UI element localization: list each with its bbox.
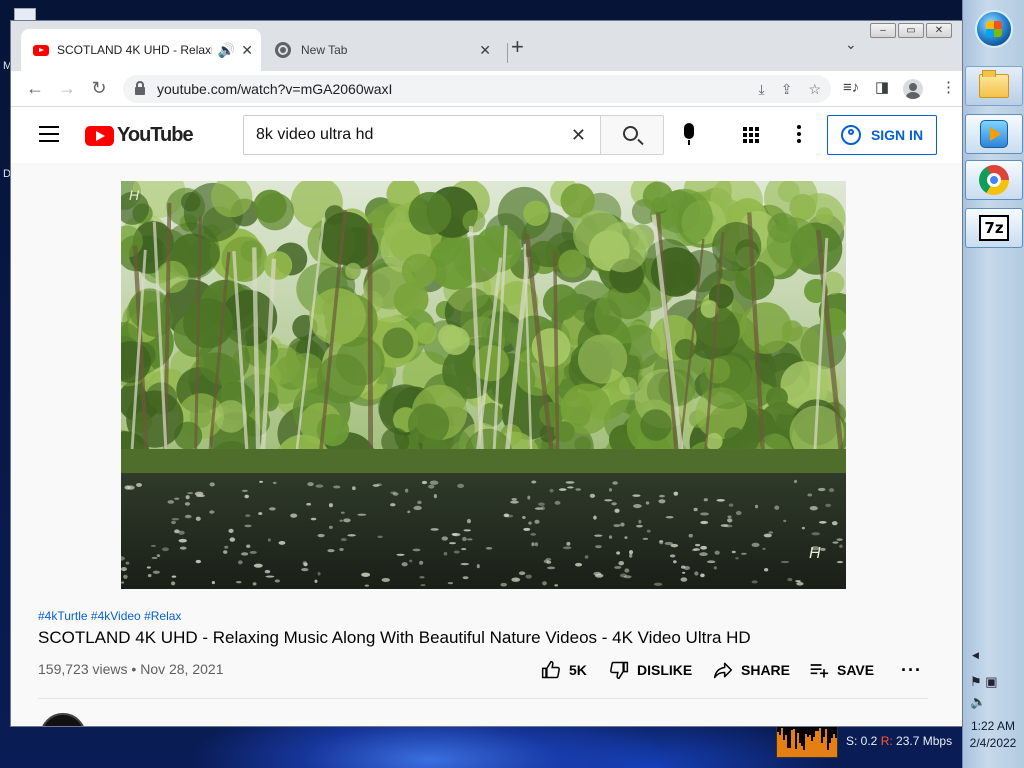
address-bar[interactable]: youtube.com/watch?v=mGA2060waxI ⤓ ⇪ ☆ (123, 75, 831, 103)
hamburger-menu-icon[interactable] (39, 126, 59, 147)
tab-new-tab[interactable]: New Tab ✕ (263, 29, 499, 71)
tab-separator (507, 43, 508, 63)
tab-title: New Tab (301, 43, 348, 57)
search-button[interactable] (600, 115, 664, 155)
speaker-icon[interactable]: 🔊 (218, 42, 235, 59)
install-app-icon[interactable]: ⤓ (759, 81, 765, 98)
window-controls: – ▭ ✕ (870, 23, 952, 38)
search-query: 8k video ultra hd (256, 126, 374, 143)
microphone-icon[interactable] (684, 123, 694, 145)
like-button[interactable]: 5K (541, 660, 587, 680)
back-arrow-icon[interactable]: ← (23, 77, 47, 99)
youtube-play-logo-icon (85, 125, 114, 146)
profile-avatar-icon[interactable] (903, 79, 923, 99)
save-label: SAVE (837, 662, 875, 678)
net-recv: 23.7 Mbps (896, 734, 953, 748)
chrome-favicon-icon (275, 42, 291, 58)
youtube-logo[interactable]: YouTube (85, 124, 194, 147)
tray-icons: ⚑ ▣ 🔈 (970, 672, 998, 712)
sign-in-label: SIGN IN (870, 127, 924, 143)
minimize-button[interactable]: – (870, 23, 896, 38)
tab-search-chevron-icon[interactable]: ⌄ (845, 36, 857, 53)
address-url: youtube.com/watch?v=mGA2060waxI (157, 81, 393, 97)
windows-logo-icon (986, 21, 1002, 37)
clear-search-icon[interactable]: ✕ (571, 125, 586, 146)
chrome-icon (979, 165, 1009, 195)
channel-avatar[interactable] (40, 713, 86, 726)
save-button[interactable]: SAVE (809, 660, 874, 680)
chrome-menu-icon[interactable]: ⋮ (941, 77, 956, 99)
restore-button[interactable]: ▭ (898, 23, 924, 38)
video-frame-forest-river (121, 181, 846, 589)
7zip-icon: 7z (979, 215, 1009, 241)
action-center-flag-icon[interactable]: ⚑ (970, 674, 982, 689)
video-meta: 159,723 views • Nov 28, 2021 (38, 661, 224, 677)
taskbar-explorer-button[interactable] (965, 66, 1023, 106)
network-speed-label: S: 0.2 R: 23.7 Mbps (846, 734, 952, 748)
content-divider (38, 698, 928, 699)
playlist-add-icon (810, 664, 829, 678)
chrome-window: SCOTLAND 4K UHD - Relaxing Music 🔊 ✕ New… (10, 20, 963, 727)
media-player-icon (980, 120, 1008, 148)
tray-expand-icon[interactable]: ◀ (972, 650, 979, 661)
net-send: S: 0.2 (846, 734, 878, 748)
lock-icon[interactable] (135, 81, 145, 95)
video-player[interactable]: H H (121, 181, 846, 589)
browser-toolbar: ← → ↻ youtube.com/watch?v=mGA2060waxI ⤓ … (11, 71, 962, 107)
volume-icon[interactable]: 🔈 (970, 694, 986, 709)
share-label: SHARE (741, 662, 791, 678)
clock-time: 1:22 AM (970, 719, 1016, 733)
search-input[interactable]: 8k video ultra hd ✕ (243, 115, 601, 155)
taskbar-7zip-button[interactable]: 7z (965, 208, 1023, 248)
sign-in-button[interactable]: SIGN IN (827, 115, 937, 155)
reload-icon[interactable]: ↻ (87, 77, 111, 99)
close-tab-icon[interactable]: ✕ (479, 42, 491, 59)
view-count: 159,723 views (38, 661, 128, 677)
youtube-logo-text: YouTube (117, 124, 194, 146)
close-window-button[interactable]: ✕ (926, 23, 952, 38)
share-button[interactable]: SHARE (713, 660, 790, 680)
video-hashtags[interactable]: #4kTurtle #4kVideo #Relax (38, 609, 181, 623)
tab-youtube[interactable]: SCOTLAND 4K UHD - Relaxing Music 🔊 ✕ (21, 29, 261, 71)
more-actions-icon[interactable]: ··· (901, 660, 922, 681)
watch-page: H H #4kTurtle #4kVideo #Relax SCOTLAND 4… (11, 163, 962, 726)
bookmark-star-icon[interactable]: ☆ (808, 81, 821, 98)
tab-title: SCOTLAND 4K UHD - Relaxing Music (57, 43, 212, 57)
clock-date: 2/4/2022 (969, 736, 1017, 750)
youtube-header: YouTube 8k video ultra hd ✕ SIGN IN (11, 107, 962, 163)
apps-grid-icon[interactable] (743, 127, 759, 143)
like-count: 5K (569, 662, 587, 678)
account-circle-icon (840, 125, 861, 145)
channel-watermark: H (129, 187, 140, 203)
tab-strip: SCOTLAND 4K UHD - Relaxing Music 🔊 ✕ New… (11, 21, 962, 71)
channel-watermark: H (809, 545, 821, 562)
network-icon[interactable]: ▣ (985, 674, 997, 689)
upload-date: Nov 28, 2021 (140, 661, 224, 677)
thumbs-down-icon (610, 661, 629, 680)
media-controls-icon[interactable]: ≡♪ (843, 77, 859, 99)
close-tab-icon[interactable]: ✕ (241, 42, 253, 59)
forward-arrow-icon[interactable]: → (55, 77, 79, 99)
youtube-favicon-icon (33, 44, 49, 56)
search-icon (623, 126, 638, 141)
taskbar-chrome-button[interactable] (965, 160, 1023, 200)
side-panel-icon[interactable]: ◨ (875, 77, 889, 99)
video-title: SCOTLAND 4K UHD - Relaxing Music Along W… (38, 628, 751, 647)
dislike-label: DISLIKE (637, 662, 693, 678)
dislike-button[interactable]: DISLIKE (609, 660, 692, 680)
taskbar-media-button[interactable] (965, 114, 1023, 154)
share-page-icon[interactable]: ⇪ (781, 81, 793, 98)
share-arrow-icon (713, 662, 733, 679)
folder-icon (979, 70, 1009, 98)
new-tab-button[interactable]: + (511, 33, 524, 61)
start-button[interactable] (975, 10, 1013, 48)
thumbs-up-icon (541, 660, 560, 679)
tray-clock[interactable]: 1:22 AM 2/4/2022 (962, 718, 1024, 752)
net-recv-prefix: R: (880, 734, 893, 748)
network-graph (776, 724, 838, 758)
settings-menu-icon[interactable] (797, 125, 801, 146)
